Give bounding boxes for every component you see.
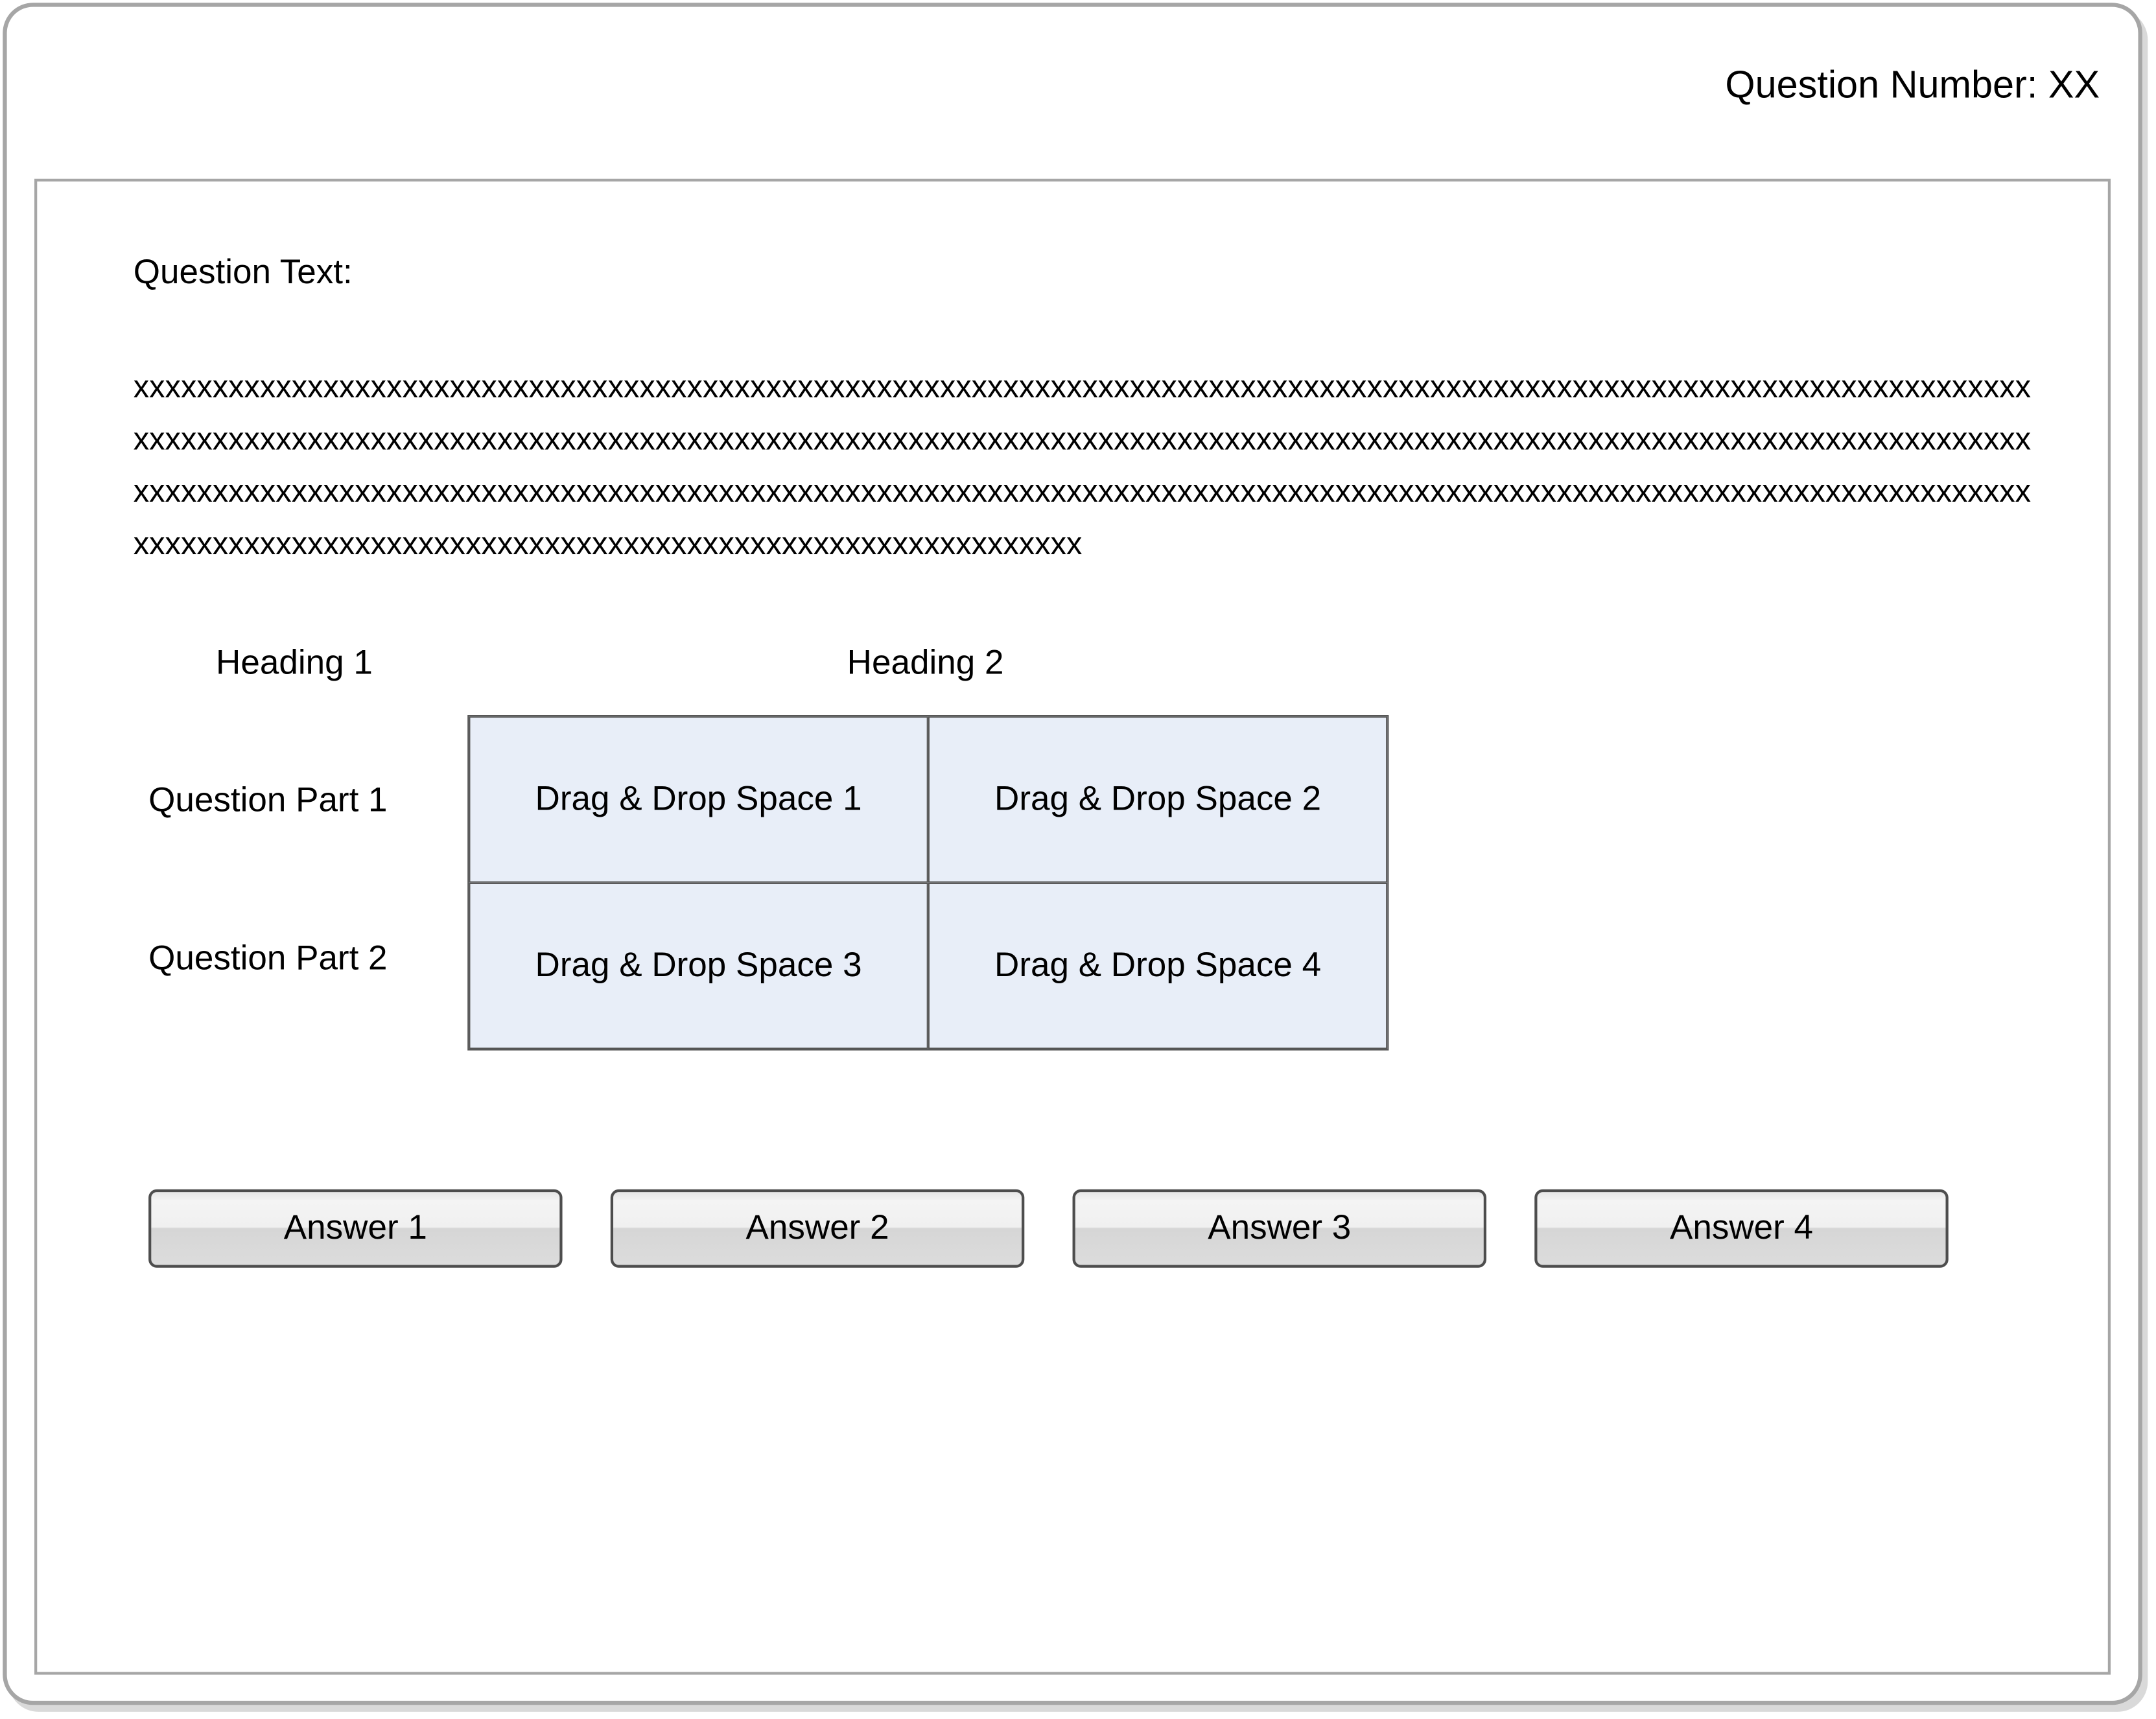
question-part-2: Question Part 2 <box>148 939 388 978</box>
drop-grid: Drag & Drop Space 1 Drag & Drop Space 2 … <box>467 715 1389 1051</box>
question-text-label: Question Text: <box>133 253 353 292</box>
answer-1-button[interactable]: Answer 1 <box>148 1189 563 1268</box>
heading-2: Heading 2 <box>847 643 1004 683</box>
drop-space-4[interactable]: Drag & Drop Space 4 <box>928 882 1388 1049</box>
heading-1: Heading 1 <box>216 643 373 683</box>
drop-space-3[interactable]: Drag & Drop Space 3 <box>469 882 928 1049</box>
drop-space-1[interactable]: Drag & Drop Space 1 <box>469 716 928 883</box>
question-part-1: Question Part 1 <box>148 780 388 820</box>
question-screen: Question Number: XX Question Text: xxxxx… <box>0 0 2156 1719</box>
question-text: xxxxxxxxxxxxxxxxxxxxxxxxxxxxxxxxxxxxxxxx… <box>133 368 2032 561</box>
answer-4-button[interactable]: Answer 4 <box>1534 1189 1949 1268</box>
answer-3-button[interactable]: Answer 3 <box>1072 1189 1487 1268</box>
answer-2-button[interactable]: Answer 2 <box>610 1189 1025 1268</box>
drop-space-2[interactable]: Drag & Drop Space 2 <box>928 716 1388 883</box>
question-number: Question Number: XX <box>1725 63 2100 106</box>
